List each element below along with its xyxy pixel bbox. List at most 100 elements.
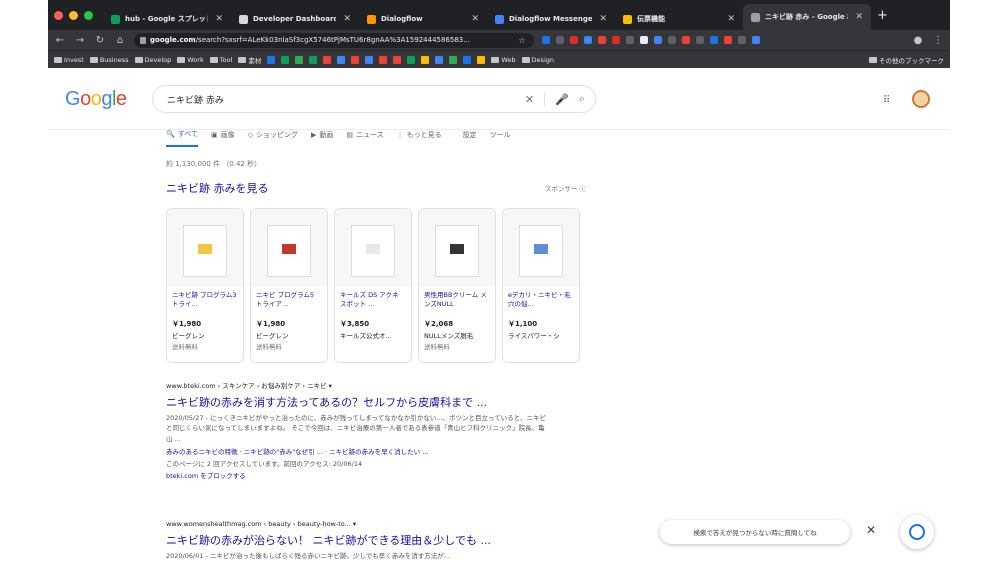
product-image[interactable] [335, 209, 411, 287]
browser-tab[interactable]: Dialogflow ✕ [359, 8, 487, 30]
other-bookmarks[interactable]: その他のブックマーク [869, 55, 944, 65]
sponsor-label[interactable]: スポンサー ⓘ [545, 183, 586, 196]
browser-tab[interactable]: Dialogflow Messenger | ✕ [487, 8, 615, 30]
tab-close-icon[interactable]: ✕ [599, 14, 607, 24]
bookmark-folder[interactable]: Design [521, 56, 554, 64]
bookmark-folder[interactable]: Business [89, 56, 129, 64]
extension-icon[interactable] [612, 36, 620, 44]
tab-tag[interactable]: ◇ ショッピング [248, 129, 298, 147]
home-icon[interactable]: ⌂ [114, 35, 126, 46]
search-input[interactable] [167, 94, 515, 104]
browser-tab[interactable]: ニキビ跡 赤み - Google 検 ✕ [743, 4, 871, 30]
extension-icon[interactable] [738, 36, 746, 44]
reload-icon[interactable]: ↻ [94, 35, 106, 46]
bookmark-icon[interactable] [407, 55, 416, 64]
bookmark-icon[interactable] [267, 55, 276, 64]
product-card[interactable]: eデカリ・ニキビ・毛穴の悩... ￥1,100 ライスパワー・シ [502, 208, 580, 363]
tab-link[interactable]: 設定 [463, 129, 477, 147]
browser-tab[interactable]: 伝票機能 ✕ [615, 8, 743, 30]
tab-more[interactable]: ⋮ もっと見る [397, 129, 442, 147]
product-title[interactable]: 男性用BBクリーム メンズNULL [424, 291, 490, 317]
tab-link[interactable]: ツール [490, 129, 511, 147]
microphone-icon[interactable]: 🎤 [555, 93, 569, 106]
bookmark-icon[interactable] [337, 55, 346, 64]
extension-icon[interactable] [598, 36, 606, 44]
browser-tab[interactable]: Developer Dashboard ✕ [231, 8, 359, 30]
result-sitelinks[interactable]: 赤みのあるニキビの特徴 · ニキビ跡の"赤み"なぜ引 ... · ニキビ跡の赤み… [166, 446, 546, 456]
browser-tab[interactable]: hub - Google スプレッド ✕ [103, 8, 231, 30]
tab-search[interactable]: 🔍 すべて [166, 129, 198, 147]
tab-close-icon[interactable]: ✕ [471, 14, 479, 24]
bookmark-icon[interactable] [309, 55, 318, 64]
close-icon[interactable]: ✕ [866, 523, 876, 537]
extension-icon[interactable] [542, 36, 550, 44]
extension-icon[interactable] [570, 36, 578, 44]
chat-button[interactable] [900, 515, 934, 549]
forward-icon[interactable]: → [74, 35, 86, 46]
back-icon[interactable]: ← [54, 35, 66, 46]
result-cite[interactable]: www.bteki.com › スキンケア › お悩み別ケア › ニキビ ▾ [166, 380, 546, 390]
product-card[interactable]: ニキビ プログラム5 トライア... ￥1,980 ビーグレン 送料無料 [250, 208, 328, 363]
extension-icon[interactable] [752, 36, 760, 44]
product-image[interactable] [251, 209, 327, 287]
tab-image[interactable]: ▣ 画像 [211, 129, 235, 147]
help-prompt[interactable]: 検索で答えが見つからない時に質問してね [660, 520, 850, 544]
bookmark-folder[interactable]: Work [177, 56, 204, 64]
tab-video[interactable]: ▶ 動画 [311, 129, 333, 147]
shopping-title[interactable]: ニキビ跡 赤みを見る [166, 180, 269, 196]
product-card[interactable]: キールズ DS アクネ スポット ... ￥3,850 キールズ公式オ... [334, 208, 412, 363]
bookmark-icon[interactable] [351, 55, 360, 64]
extension-icon[interactable] [668, 36, 676, 44]
block-site-link[interactable]: bteki.com をブロックする [166, 470, 546, 480]
extension-icon[interactable] [640, 36, 648, 44]
bookmark-folder[interactable]: Web [491, 56, 516, 64]
extension-icon[interactable] [654, 36, 662, 44]
bookmark-folder[interactable]: Tool [209, 56, 232, 64]
bookmark-icon[interactable] [295, 55, 304, 64]
bookmark-icon[interactable] [393, 55, 402, 64]
product-image[interactable] [167, 209, 243, 287]
extension-icon[interactable] [696, 36, 704, 44]
product-title[interactable]: eデカリ・ニキビ・毛穴の悩... [508, 291, 574, 317]
product-title[interactable]: キールズ DS アクネ スポット ... [340, 291, 406, 317]
star-icon[interactable]: ☆ [516, 36, 528, 45]
search-icon[interactable]: ⌕ [579, 92, 585, 106]
result-title[interactable]: ニキビ跡の赤みが治らない！ ニキビ跡ができる理由＆少しでも ... [166, 532, 546, 548]
address-bar[interactable]: google.com/search?sxsrf=ALeKk03nlaSf3cgX… [134, 32, 534, 48]
bookmark-folder[interactable]: Invest [54, 56, 84, 64]
bookmark-folder[interactable]: 素材 [238, 55, 261, 65]
tab-close-icon[interactable]: ✕ [215, 14, 223, 24]
product-image[interactable] [419, 209, 495, 287]
bookmark-icon[interactable] [379, 55, 388, 64]
maximize-window-button[interactable] [84, 10, 93, 20]
bookmark-folder[interactable]: Develop [134, 56, 171, 64]
bookmark-icon[interactable] [463, 55, 472, 64]
bookmark-icon[interactable] [435, 55, 444, 64]
result-cite[interactable]: www.womenshealthmag.com › beauty › beaut… [166, 520, 546, 528]
product-title[interactable]: ニキビ プログラム5 トライア... [256, 291, 322, 317]
extension-icon[interactable] [682, 36, 690, 44]
extension-icon[interactable] [626, 36, 634, 44]
tab-close-icon[interactable]: ✕ [855, 12, 863, 22]
url-text[interactable]: google.com/search?sxsrf=ALeKk03nlaSf3cgX… [150, 36, 512, 44]
profile-icon[interactable]: ● [912, 35, 924, 46]
bookmark-icon[interactable] [421, 55, 430, 64]
product-image[interactable] [503, 209, 579, 287]
apps-grid-icon[interactable]: ⠿ [883, 95, 890, 106]
bookmark-icon[interactable] [365, 55, 374, 64]
extension-icon[interactable] [584, 36, 592, 44]
result-title[interactable]: ニキビ跡の赤みを消す方法ってあるの？セルフから皮膚科まで ... [166, 394, 546, 410]
tab-close-icon[interactable]: ✕ [727, 14, 735, 24]
bookmark-icon[interactable] [281, 55, 290, 64]
clear-icon[interactable]: ✕ [525, 93, 534, 106]
avatar[interactable] [912, 90, 930, 108]
minimize-window-button[interactable] [69, 10, 78, 20]
menu-icon[interactable]: ⋮ [932, 35, 944, 46]
product-card[interactable]: ニキビ跡 プログラム3トライ... ￥1,980 ビーグレン 送料無料 [166, 208, 244, 363]
product-card[interactable]: 男性用BBクリーム メンズNULL ￥2,068 NULLメンズ脱毛 送料無料 [418, 208, 496, 363]
extension-icon[interactable] [710, 36, 718, 44]
bookmark-icon[interactable] [323, 55, 332, 64]
close-window-button[interactable] [54, 10, 63, 20]
extension-icon[interactable] [724, 36, 732, 44]
new-tab-button[interactable]: + [877, 8, 888, 23]
